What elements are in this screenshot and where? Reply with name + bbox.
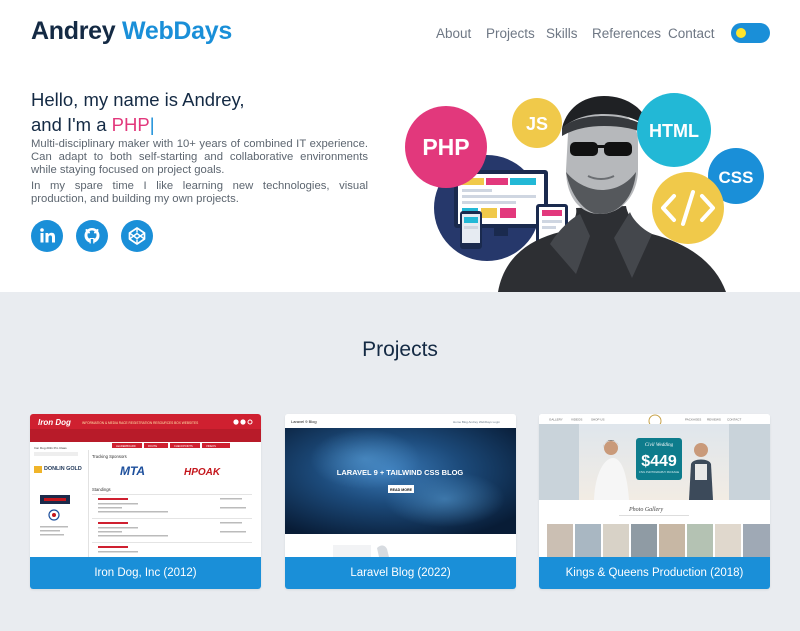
svg-text:PACKAGES: PACKAGES (685, 418, 701, 422)
laravel-read-more: READ MORE (390, 488, 413, 492)
hero-greeting: Hello, my name is Andrey, (31, 89, 245, 110)
svg-text:ROUTE: ROUTE (148, 444, 157, 448)
project-thumbnail[interactable]: Laravel 9 Blog Home Blog Andrey WebDays … (285, 414, 516, 557)
brand-logo[interactable]: Andrey WebDays (31, 17, 232, 46)
code-bubble (652, 172, 724, 244)
brand-name-first: Andrey (31, 17, 116, 45)
typing-caret: | (149, 114, 155, 135)
svg-text:VIDEOS: VIDEOS (206, 444, 216, 448)
php-bubble-label: PHP (422, 134, 469, 160)
linkedin-icon[interactable] (31, 220, 63, 252)
svg-text:HPOAK: HPOAK (184, 467, 221, 478)
codepen-icon[interactable] (121, 220, 153, 252)
svg-text:GALLERY: GALLERY (549, 418, 563, 422)
svg-text:Home Blog Andrey WebDays: Home Blog Andrey WebDays Login (453, 420, 500, 424)
svg-text:CONTACT: CONTACT (727, 418, 741, 422)
nav-about[interactable]: About (436, 26, 471, 41)
site-header: Andrey WebDays About Projects Skills Ref… (0, 0, 800, 68)
hero-role-line: and I'm a PHP| (31, 114, 155, 136)
svg-text:VIDEOS: VIDEOS (571, 418, 582, 422)
hero-hobby-paragraph: In my spare time I like learning new tec… (31, 180, 368, 205)
project-thumbnail[interactable]: GALLERY VIDEOS SHOP US PACKAGES REVIEWS … (539, 414, 770, 557)
hero-role-prefix: and I'm a (31, 114, 112, 135)
brand-name-second: WebDays (122, 17, 232, 45)
nav-projects[interactable]: Projects (486, 26, 535, 41)
php-bubble: PHP (405, 106, 487, 188)
hero-intro-paragraph: Multi-disciplinary maker with 10+ years … (31, 138, 368, 176)
project-caption[interactable]: Kings & Queens Production (2018) (539, 557, 770, 589)
js-bubble: JS (512, 98, 562, 148)
photo-gallery-title: Photo Gallery (628, 507, 663, 513)
laravel-site-title: Laravel 9 Blog (291, 419, 317, 424)
project-caption[interactable]: Laravel Blog (2022) (285, 557, 516, 589)
hero-role-word: PHP (111, 114, 150, 135)
project-card-iron-dog[interactable]: Iron Dog INFORMATION & MEDIA RACE REGIST… (30, 414, 261, 589)
project-card-laravel-blog[interactable]: Laravel 9 Blog Home Blog Andrey WebDays … (285, 414, 516, 589)
svg-text:DONLIN GOLD: DONLIN GOLD (44, 466, 82, 472)
nav-skills[interactable]: Skills (546, 26, 578, 41)
svg-text:LEADERBOARD: LEADERBOARD (116, 444, 136, 448)
projects-title: Projects (362, 338, 438, 361)
svg-text:CIVIL PHOTOGRAPHY PACKAGE: CIVIL PHOTOGRAPHY PACKAGE (639, 470, 680, 474)
svg-text:REVIEWS: REVIEWS (707, 418, 721, 422)
js-bubble-label: JS (526, 114, 548, 134)
hero-section: Hello, my name is Andrey, and I'm a PHP|… (0, 68, 800, 292)
iron-dog-nav: INFORMATION & MEDIA RACE REGISTRATION RE… (82, 421, 198, 425)
project-caption[interactable]: Iron Dog, Inc (2012) (30, 557, 261, 589)
iron-dog-logo: Iron Dog (38, 418, 71, 427)
hero-illustration: PHP JS HTML CSS (405, 93, 764, 292)
github-icon[interactable] (76, 220, 108, 252)
dark-mode-toggle[interactable] (731, 23, 770, 43)
project-card-kings-queens[interactable]: GALLERY VIDEOS SHOP US PACKAGES REVIEWS … (539, 414, 770, 589)
svg-text:Civil Wedding: Civil Wedding (645, 443, 674, 448)
svg-text:MTA: MTA (120, 464, 145, 478)
tracking-sponsors-label: Tracking Sponsors (92, 454, 127, 459)
laravel-banner-title: LARAVEL 9 + TAILWIND CSS BLOG (337, 468, 464, 477)
html-bubble: HTML (637, 93, 711, 167)
toggle-knob (736, 28, 746, 38)
svg-text:Standings: Standings (92, 487, 111, 492)
nav-references[interactable]: References (592, 26, 661, 41)
html-bubble-label: HTML (649, 121, 699, 141)
css-bubble-label: CSS (719, 168, 754, 187)
nav-contact[interactable]: Contact (668, 26, 715, 41)
svg-text:CHECKPOINTS: CHECKPOINTS (174, 444, 193, 448)
svg-text:SHOP US: SHOP US (591, 418, 604, 422)
wedding-price: $449 (641, 453, 677, 470)
svg-text:Iron Dog 2011 Pro Class: Iron Dog 2011 Pro Class (34, 446, 67, 450)
project-thumbnail[interactable]: Iron Dog INFORMATION & MEDIA RACE REGIST… (30, 414, 261, 557)
